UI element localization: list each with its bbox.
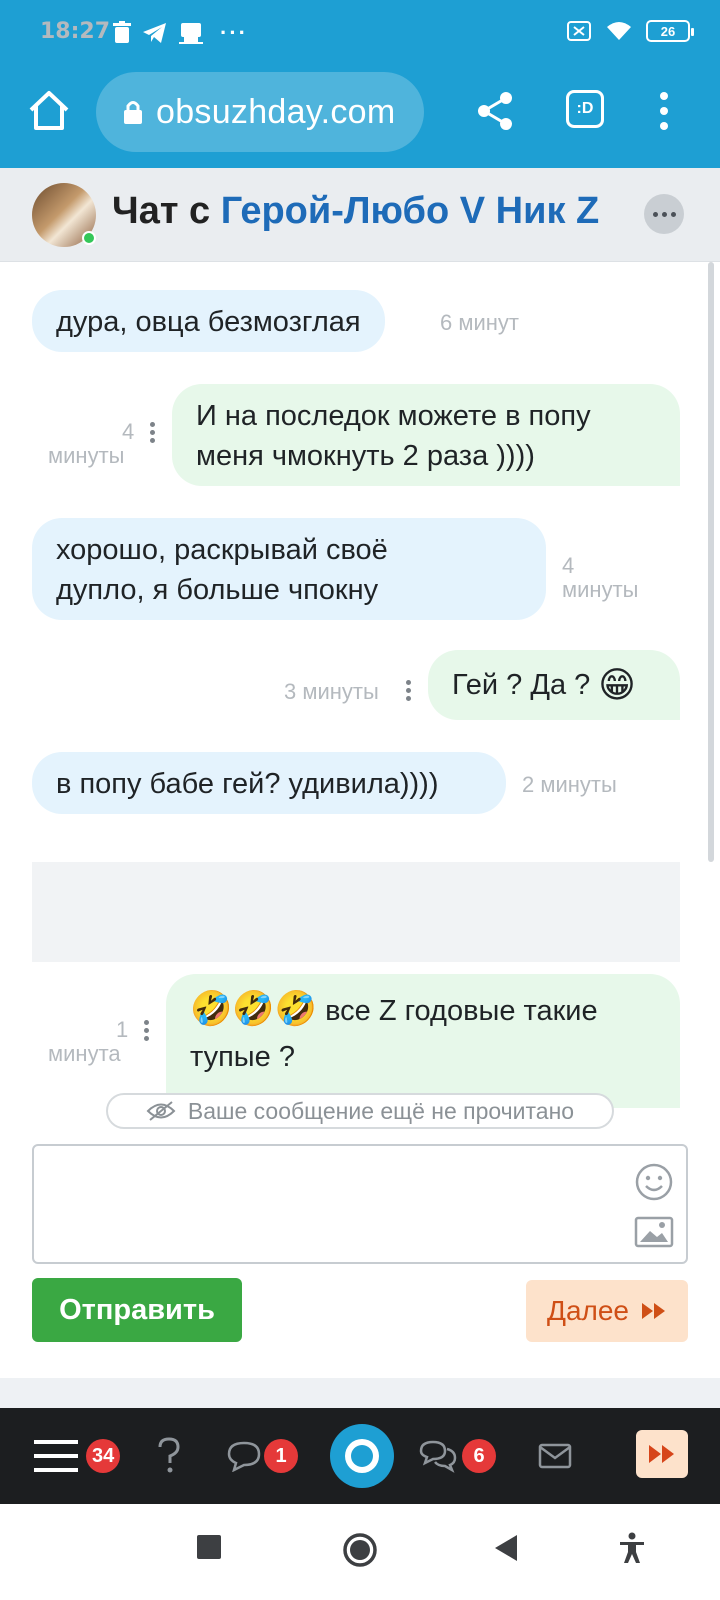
more-notifications-icon: ··· [220, 20, 248, 45]
system-nav-bar [0, 1504, 720, 1600]
chat-title-prefix: Чат с [112, 190, 211, 232]
chat-bubble-icon [227, 1441, 261, 1472]
message-outgoing[interactable]: Гей ? Да ? 😁 [428, 650, 680, 720]
more-vertical-icon[interactable] [652, 90, 676, 132]
stop-square-icon[interactable] [196, 1534, 222, 1560]
nav-mail[interactable] [538, 1408, 572, 1504]
wifi-icon [607, 22, 631, 40]
more-horizontal-icon[interactable] [644, 194, 684, 234]
message-text: в попу бабе гей? удивила)))) [56, 768, 439, 800]
message-time-number: 4 [562, 553, 575, 578]
message-text-line: хорошо, раскрывай своё [56, 534, 388, 566]
message-options-icon[interactable] [144, 1020, 150, 1041]
url-text: obsuzhday.com [156, 92, 396, 131]
nav-help[interactable] [156, 1408, 182, 1504]
message-input[interactable] [32, 1144, 688, 1264]
fast-forward-button[interactable] [636, 1430, 688, 1478]
chat-badge: 1 [264, 1439, 298, 1473]
mail-icon [538, 1443, 572, 1469]
message-text: Гей ? Да ? [452, 669, 591, 701]
address-field[interactable]: obsuzhday.com [96, 72, 424, 152]
message-text: все Z годовые такие [325, 995, 598, 1027]
next-button-label: Далее [546, 1295, 630, 1326]
smile-icon[interactable] [634, 1162, 674, 1202]
message-time: 6 минут [440, 310, 519, 335]
tabs-icon: :D [576, 100, 594, 117]
message-time-unit: минуты [48, 443, 125, 468]
message-incoming[interactable]: в попу бабе гей? удивила)))) [32, 752, 506, 814]
chats-icon [419, 1440, 457, 1473]
home-circle-icon[interactable] [342, 1532, 378, 1568]
trash-notification-icon [113, 21, 131, 43]
chats-badge: 6 [462, 1439, 496, 1473]
chat-header: Чат с Герой-Любо V Ник Z [0, 168, 720, 262]
image-icon[interactable] [634, 1216, 674, 1248]
status-time: 18:27 [40, 19, 111, 44]
message-text-line: меня чмокнуть 2 раза )))) [196, 440, 535, 472]
battery-icon: 26 [646, 20, 694, 42]
chat-messages-area[interactable]: дура, овца безмозглая 6 минут 4 минуты И… [0, 262, 720, 1108]
no-sim-icon [567, 21, 591, 41]
hidden-eye-icon [146, 1101, 176, 1121]
send-button[interactable]: Отправить [32, 1278, 242, 1342]
menu-badge: 34 [86, 1439, 121, 1473]
status-notification-icons: ··· [112, 20, 248, 46]
unread-notice-text: Ваше сообщение ещё не прочитано [187, 1097, 575, 1124]
site-logo-icon[interactable] [330, 1424, 394, 1488]
tabs-button[interactable]: :D [566, 90, 604, 128]
message-time-unit: минута [48, 1041, 121, 1066]
next-button[interactable]: Далее [526, 1280, 688, 1342]
nav-chats[interactable] [418, 1408, 458, 1504]
chat-title: Чат с Герой-Любо V Ник Z [112, 190, 599, 233]
message-text-line: тупые ? [190, 1041, 295, 1073]
battery-level: 26 [660, 23, 676, 39]
status-right-icons: 26 [566, 20, 694, 42]
message-time-unit: минуты [562, 577, 639, 602]
online-indicator [82, 231, 96, 245]
hamburger-icon [34, 1440, 78, 1472]
status-bar: 18:27 ··· 26 [0, 0, 720, 68]
browser-top-bar: 18:27 ··· 26 obsuzhday.com :D [0, 0, 720, 168]
rofl-emoji-icon: 🤣🤣🤣 [190, 990, 318, 1028]
message-incoming[interactable]: дура, овца безмозглая [32, 290, 385, 352]
message-time: 3 минуты [284, 679, 379, 704]
message-options-icon[interactable] [150, 422, 156, 443]
message-text-line: И на последок можете в попу [196, 400, 591, 432]
chat-scrollbar[interactable] [708, 262, 714, 862]
nav-chat[interactable] [226, 1408, 262, 1504]
message-outgoing[interactable]: И на последок можете в попу меня чмокнут… [172, 384, 680, 486]
app-notification-icon [179, 23, 203, 44]
ad-placeholder [32, 862, 680, 962]
message-outgoing[interactable]: 🤣🤣🤣 все Z годовые такие тупые ? [166, 974, 680, 1108]
lock-icon [124, 101, 142, 124]
url-bar: obsuzhday.com :D [0, 68, 720, 168]
message-text-line: дупло, я больше чпокну [56, 574, 379, 606]
message-time: 2 минуты [522, 772, 617, 797]
chat-username-link[interactable]: Герой-Любо V Ник Z [221, 190, 600, 232]
message-text-line: 🤣🤣🤣 все Z годовые такие [190, 986, 656, 1034]
home-icon[interactable] [26, 88, 72, 134]
unread-notice: Ваше сообщение ещё не прочитано [106, 1093, 614, 1129]
question-icon [158, 1437, 180, 1473]
message-time-number: 1 [116, 1017, 129, 1042]
message-time-number: 4 [122, 419, 135, 444]
share-icon[interactable] [474, 90, 516, 132]
nav-menu[interactable] [34, 1408, 78, 1504]
fast-forward-icon [642, 1303, 666, 1319]
grin-emoji-icon: 😁 [598, 664, 636, 705]
message-text: дура, овца безмозглая [56, 306, 361, 338]
message-incoming[interactable]: хорошо, раскрывай своё дупло, я больше ч… [32, 518, 546, 620]
telegram-notification-icon [143, 23, 166, 43]
fast-forward-icon [649, 1445, 674, 1463]
accessibility-icon[interactable] [618, 1532, 646, 1564]
compose-panel: Отправить Далее [0, 1108, 720, 1378]
bottom-nav: 34 1 6 [0, 1408, 720, 1504]
message-options-icon[interactable] [406, 680, 412, 701]
back-triangle-icon[interactable] [494, 1534, 518, 1562]
